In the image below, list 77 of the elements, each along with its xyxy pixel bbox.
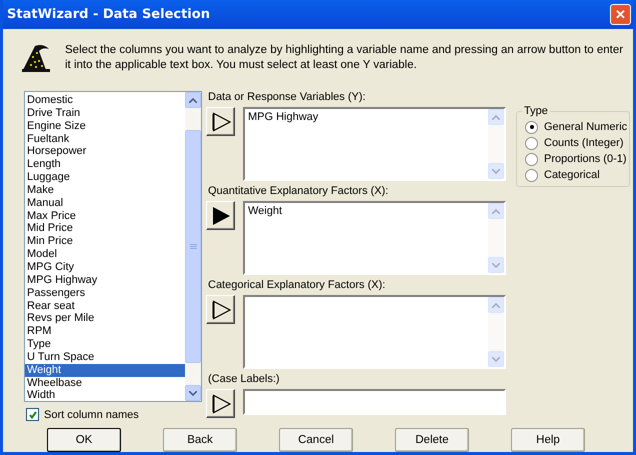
scrollbar[interactable] <box>185 92 201 401</box>
variable-field[interactable]: Weight <box>243 201 506 275</box>
column-item[interactable]: RPM <box>25 325 185 338</box>
chevron-up-icon <box>189 98 197 102</box>
column-list[interactable] <box>24 91 202 402</box>
column-item[interactable]: MPG City <box>25 260 185 274</box>
chevron-up-icon <box>492 208 500 214</box>
field-label: Categorical Explanatory Factors (X): <box>208 279 386 293</box>
sort-label: Sort column names <box>44 408 139 420</box>
dialog-button[interactable]: OK <box>47 428 121 452</box>
play-icon <box>210 112 230 132</box>
instructions-text: Select the columns you want to analyze by highlighting a variable name and pressing an arrow button to enter it into the applicable text box. You must select at least one Y variable. <box>65 43 624 73</box>
radio-label: Categorical <box>544 169 600 181</box>
column-item[interactable]: U Turn Space <box>25 350 185 364</box>
column-item[interactable]: Min Price <box>25 235 185 248</box>
chevron-up-icon <box>492 302 500 308</box>
variable-field[interactable] <box>243 295 506 369</box>
column-item[interactable]: Luggage <box>25 171 185 184</box>
variable-field[interactable] <box>243 389 506 415</box>
column-item[interactable]: Engine Size <box>25 120 185 133</box>
radio-label: Counts (Integer) <box>544 137 624 149</box>
column-item[interactable]: Fueltank <box>25 132 185 146</box>
column-item[interactable]: Mid Price <box>25 222 185 236</box>
column-item[interactable]: Width <box>25 389 185 402</box>
chevron-down-icon <box>492 262 500 268</box>
dialog-button[interactable]: Delete <box>395 428 469 452</box>
column-item[interactable]: MPG Highway <box>25 274 185 287</box>
field-value: MPG Highway <box>248 111 320 124</box>
scrollbar[interactable] <box>488 297 504 367</box>
column-item[interactable]: Weight <box>25 364 185 377</box>
chevron-down-icon <box>492 356 500 362</box>
chevron-up-icon <box>492 114 500 120</box>
field-label: Quantitative Explanatory Factors (X): <box>208 185 390 199</box>
window-title: StatWizard - Data Selection <box>7 7 210 22</box>
column-item[interactable]: Make <box>25 184 185 197</box>
radio-label: General Numeric <box>544 121 628 133</box>
play-icon <box>210 206 230 226</box>
column-item[interactable]: Max Price <box>25 210 185 222</box>
group-title: Type <box>523 105 549 117</box>
arrow-button[interactable] <box>206 295 235 324</box>
radio-button[interactable] <box>525 152 538 166</box>
arrow-button[interactable] <box>206 201 235 230</box>
column-item[interactable]: Type <box>25 338 185 351</box>
arrow-button[interactable] <box>206 107 235 136</box>
chevron-down-icon <box>189 390 197 396</box>
dialog-button[interactable]: Help <box>511 428 585 452</box>
column-item[interactable]: Passengers <box>25 286 185 300</box>
close-button[interactable]: ✕ <box>610 4 631 25</box>
column-item[interactable]: Wheelbase <box>25 376 185 390</box>
grip-icon <box>190 244 196 250</box>
column-item[interactable]: Rear seat <box>25 300 185 312</box>
radio-button[interactable] <box>525 168 538 182</box>
radio-button[interactable] <box>525 136 538 150</box>
column-item[interactable]: Drive Train <box>25 106 185 120</box>
play-icon <box>210 300 230 320</box>
column-item[interactable]: Length <box>25 158 185 172</box>
dialog-button[interactable]: Cancel <box>279 428 353 452</box>
column-item[interactable]: Revs per Mile <box>25 312 185 326</box>
dialog-button[interactable]: Back <box>163 428 237 452</box>
sort-checkbox[interactable] <box>26 408 39 421</box>
column-item[interactable]: Manual <box>25 196 185 210</box>
field-label: Data or Response Variables (Y): <box>208 91 367 105</box>
chevron-down-icon <box>492 168 500 174</box>
field-value: Weight <box>248 205 284 218</box>
scrollbar[interactable] <box>488 203 504 273</box>
variable-field[interactable]: MPG Highway <box>243 107 506 181</box>
play-icon <box>210 394 230 414</box>
wizard-hat-icon <box>21 43 51 73</box>
radio-label: Proportions (0-1) <box>544 153 627 165</box>
column-item[interactable]: Horsepower <box>25 145 185 158</box>
field-label: (Case Labels:) <box>208 373 281 387</box>
arrow-button[interactable] <box>206 389 235 418</box>
column-item[interactable]: Model <box>25 248 185 261</box>
check-icon <box>28 410 36 418</box>
column-item[interactable]: Domestic <box>25 94 185 107</box>
scrollbar[interactable] <box>488 109 504 179</box>
radio-button[interactable] <box>525 120 538 134</box>
